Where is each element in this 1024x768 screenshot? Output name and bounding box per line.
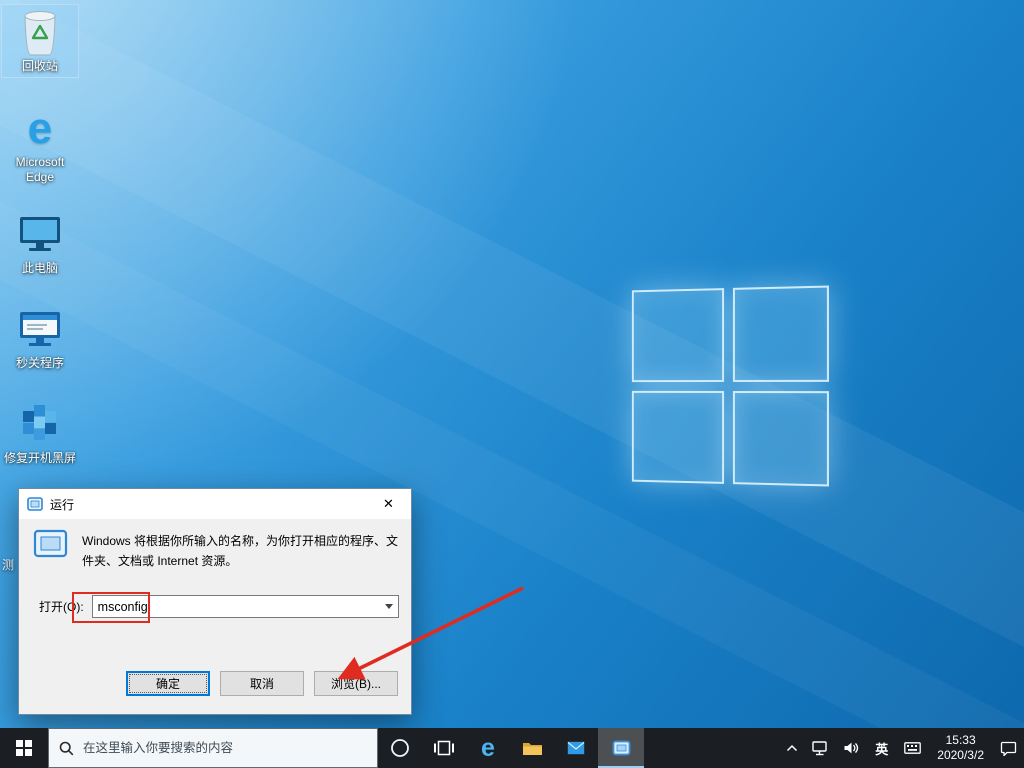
run-window-icon [612,740,630,756]
network-tray-button[interactable] [805,728,836,768]
folder-icon [522,743,542,755]
icon-label: 秒关程序 [15,356,64,370]
taskbar: e [0,728,1024,768]
windows-wallpaper-logo [631,285,829,487]
windows-logo-pane [631,390,724,484]
program-icon [2,306,78,354]
system-tray: 英 15:33 2020/3/2 [779,728,1024,768]
open-label: 打开(O): [39,600,84,614]
tray-date: 2020/3/2 [937,748,984,762]
task-view-icon [434,740,454,756]
icon-label: 修复开机黑屏 [3,451,76,465]
windows-start-icon [16,740,32,756]
speaker-icon [844,742,859,754]
run-dialog-title: 运行 [50,497,75,512]
search-input[interactable] [83,741,367,755]
tray-time: 15:33 [945,733,976,747]
start-button[interactable] [0,728,48,768]
windows-logo-pane [732,390,829,487]
desktop-icon-recycle-bin[interactable]: 回收站 [1,4,79,78]
cortana-button[interactable] [378,728,422,768]
chevron-up-icon [787,744,798,752]
recycle-bin-icon [2,9,78,57]
icon-label: 此电脑 [21,261,58,275]
desktop-icon-program[interactable]: 秒关程序 [1,301,79,375]
notification-icon [1000,741,1017,756]
close-icon[interactable]: ✕ [366,490,411,519]
hidden-icons-chevron[interactable] [779,728,805,768]
desktop: 回收站 e Microsoft Edge 此电脑 秒关程序 修复开机黑屏 测 运… [0,0,1024,768]
desktop-icon-partial[interactable]: 测 [2,556,14,573]
edge-taskbar-button[interactable]: e [466,728,510,768]
cube-icon [2,401,78,449]
run-app-taskbar-button[interactable] [598,728,644,768]
mail-icon [567,741,585,755]
mail-button[interactable] [554,728,598,768]
chevron-down-icon[interactable] [380,596,398,617]
icon-label: 回收站 [21,59,58,73]
edge-icon: e [481,733,495,762]
desktop-icon-fix-black-screen[interactable]: 修复开机黑屏 [1,396,79,470]
keyboard-icon [904,742,922,754]
clock[interactable]: 15:33 2020/3/2 [928,728,993,768]
run-command-input[interactable] [92,596,398,617]
run-icon [33,529,69,571]
run-window-icon [27,497,43,511]
edge-icon: e [27,104,53,153]
this-pc-icon [2,211,78,259]
desktop-icon-this-pc[interactable]: 此电脑 [1,206,79,280]
cancel-button[interactable]: 取消 [220,671,304,696]
run-command-combobox [91,595,399,618]
run-dialog-titlebar[interactable]: 运行 ✕ [19,489,411,519]
desktop-icon-microsoft-edge[interactable]: e Microsoft Edge [1,100,79,189]
network-icon [812,740,827,755]
windows-logo-pane [631,288,724,382]
windows-logo-pane [732,285,829,382]
touch-keyboard-button[interactable] [897,728,928,768]
action-center-button[interactable] [993,728,1024,768]
taskbar-search-box[interactable] [48,728,378,768]
cortana-icon [391,739,409,757]
run-dialog: 运行 ✕ Windows 将根据你所输入的名称，为你打开相应的程序、文件夹、文档… [18,488,412,715]
file-explorer-button[interactable] [510,728,554,768]
browse-button[interactable]: 浏览(B)... [314,671,398,696]
ok-button[interactable]: 确定 [126,671,210,696]
icon-label: Microsoft Edge [15,155,65,184]
task-view-button[interactable] [422,728,466,768]
volume-tray-button[interactable] [836,728,866,768]
ime-language-indicator[interactable]: 英 [866,728,897,768]
search-icon [59,741,74,756]
run-dialog-description: Windows 将根据你所输入的名称，为你打开相应的程序、文件夹、文档或 Int… [82,534,399,568]
